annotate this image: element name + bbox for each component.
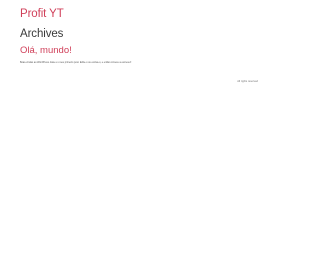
archive-heading: Archives [20, 28, 64, 40]
post-excerpt: Boas-vindas ao WordPress. Esse é o seu p… [20, 61, 132, 64]
footer-copyright: All rights reserved [237, 80, 258, 83]
page: Profit YT Archives Olá, mundo! Boas-vind… [0, 0, 280, 280]
site-title-link[interactable]: Profit YT [20, 7, 64, 21]
post-title-link[interactable]: Olá, mundo! [20, 45, 72, 57]
